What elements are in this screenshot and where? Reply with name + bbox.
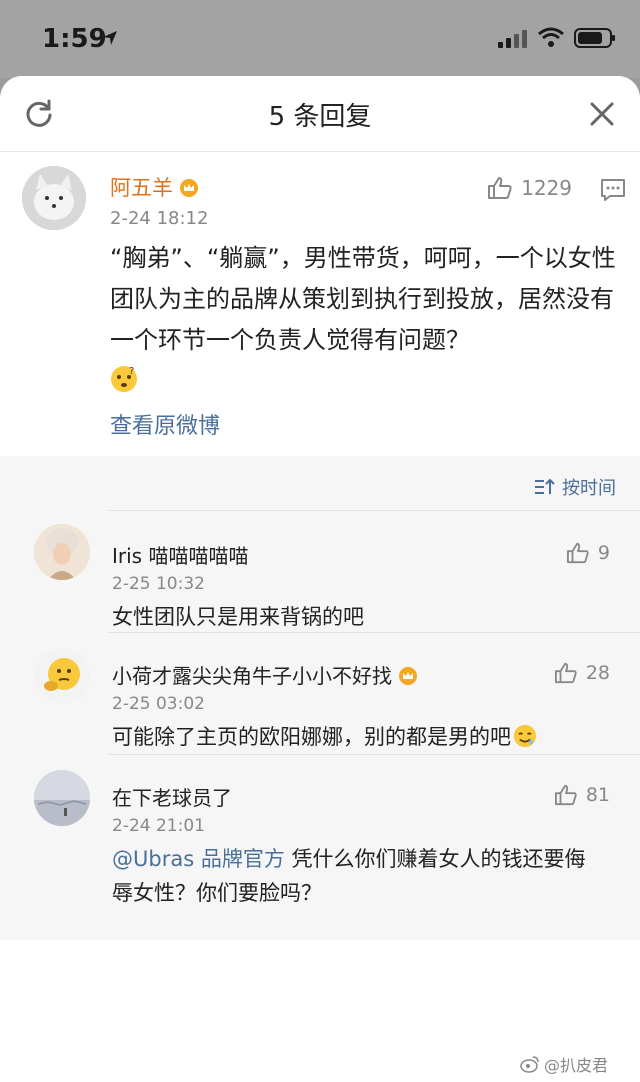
divider xyxy=(108,632,640,633)
reply-text: 可能除了主页的欧阳娜娜，别的都是男的吧 xyxy=(112,720,582,754)
reply-text: 女性团队只是用来背锅的吧 xyxy=(112,605,364,629)
reply-date: 2-24 21:01 xyxy=(112,816,205,836)
like-count: 28 xyxy=(585,662,610,684)
avatar[interactable] xyxy=(22,166,86,230)
status-bar: 1:59 xyxy=(0,0,640,78)
main-comment: 阿五羊 2-24 18:12 1229 “胸弟”、“躺赢”，男性带货，呵呵，一个… xyxy=(0,152,640,439)
status-time: 1:59 xyxy=(42,24,107,54)
reply-date: 2-25 10:32 xyxy=(112,574,205,594)
author-name[interactable]: 阿五羊 xyxy=(110,172,199,202)
avatar[interactable] xyxy=(34,770,90,826)
like-count: 81 xyxy=(585,784,610,806)
like-button[interactable]: 28 xyxy=(554,662,610,684)
reply-author-name[interactable]: 在下老球员了 xyxy=(112,782,232,811)
reply-text: @Ubras 品牌官方 凭什么你们赚着女人的钱还要侮辱女性？你们要脸吗？ xyxy=(112,847,586,905)
watermark: @扒皮君 xyxy=(520,1052,608,1076)
confused-face-emoji-icon: ? xyxy=(111,366,137,392)
thumbs-up-icon xyxy=(488,177,512,199)
like-button[interactable]: 81 xyxy=(554,784,610,806)
sort-icon xyxy=(535,478,555,494)
thumbs-up-icon xyxy=(554,784,577,806)
avatar[interactable] xyxy=(34,524,90,580)
comment-text: “胸弟”、“躺赢”，男性带货，呵呵，一个以女性团队为主的品牌从策划到执行到投放，… xyxy=(110,238,620,402)
drooling-face-emoji-icon xyxy=(513,724,537,748)
snow-field-avatar-image xyxy=(34,770,90,826)
view-original-link[interactable]: 查看原微博 xyxy=(110,408,220,440)
replies-sheet: 5 条回复 阿五羊 2-24 18:12 1229 “胸弟”、“躺赢”，男性带货… xyxy=(0,76,640,1082)
divider xyxy=(108,510,640,511)
reply-author-name[interactable]: Iris 喵喵喵喵喵 xyxy=(112,540,248,569)
like-count: 1229 xyxy=(521,176,572,200)
comment-date: 2-24 18:12 xyxy=(110,208,209,229)
comment-icon[interactable] xyxy=(600,178,626,202)
sheet-header: 5 条回复 xyxy=(0,76,640,152)
battery-icon xyxy=(574,28,615,48)
svg-text:?: ? xyxy=(129,366,134,377)
portrait-avatar-image xyxy=(34,524,90,580)
vip-crown-icon xyxy=(180,179,198,197)
close-icon[interactable] xyxy=(588,100,616,128)
location-arrow-icon xyxy=(103,31,117,45)
sort-by-time-button[interactable]: 按时间 xyxy=(534,474,616,500)
divider xyxy=(108,754,640,755)
weibo-logo-icon xyxy=(520,1056,539,1073)
avatar[interactable] xyxy=(34,648,90,704)
replies-section: 按时间 Iris 喵喵喵喵喵 9 2-25 10:32 女性团队只是用来背锅的吧 xyxy=(0,456,640,940)
thumbs-up-icon xyxy=(566,542,589,564)
wifi-icon xyxy=(538,27,564,47)
cellular-signal-icon xyxy=(498,30,527,48)
vip-crown-icon xyxy=(399,667,417,685)
like-button[interactable]: 9 xyxy=(566,542,610,564)
thumbs-up-icon xyxy=(554,662,577,684)
like-count: 9 xyxy=(597,542,610,564)
sheet-title: 5 条回复 xyxy=(268,102,372,132)
mention-link[interactable]: @Ubras 品牌官方 xyxy=(112,847,285,871)
reply-author-name[interactable]: 小荷才露尖尖角牛子小小不好找 xyxy=(112,660,418,689)
thinking-face-avatar-image xyxy=(34,648,90,704)
fox-avatar-image xyxy=(22,166,86,230)
like-button[interactable]: 1229 xyxy=(487,176,572,200)
reply-date: 2-25 03:02 xyxy=(112,694,205,714)
